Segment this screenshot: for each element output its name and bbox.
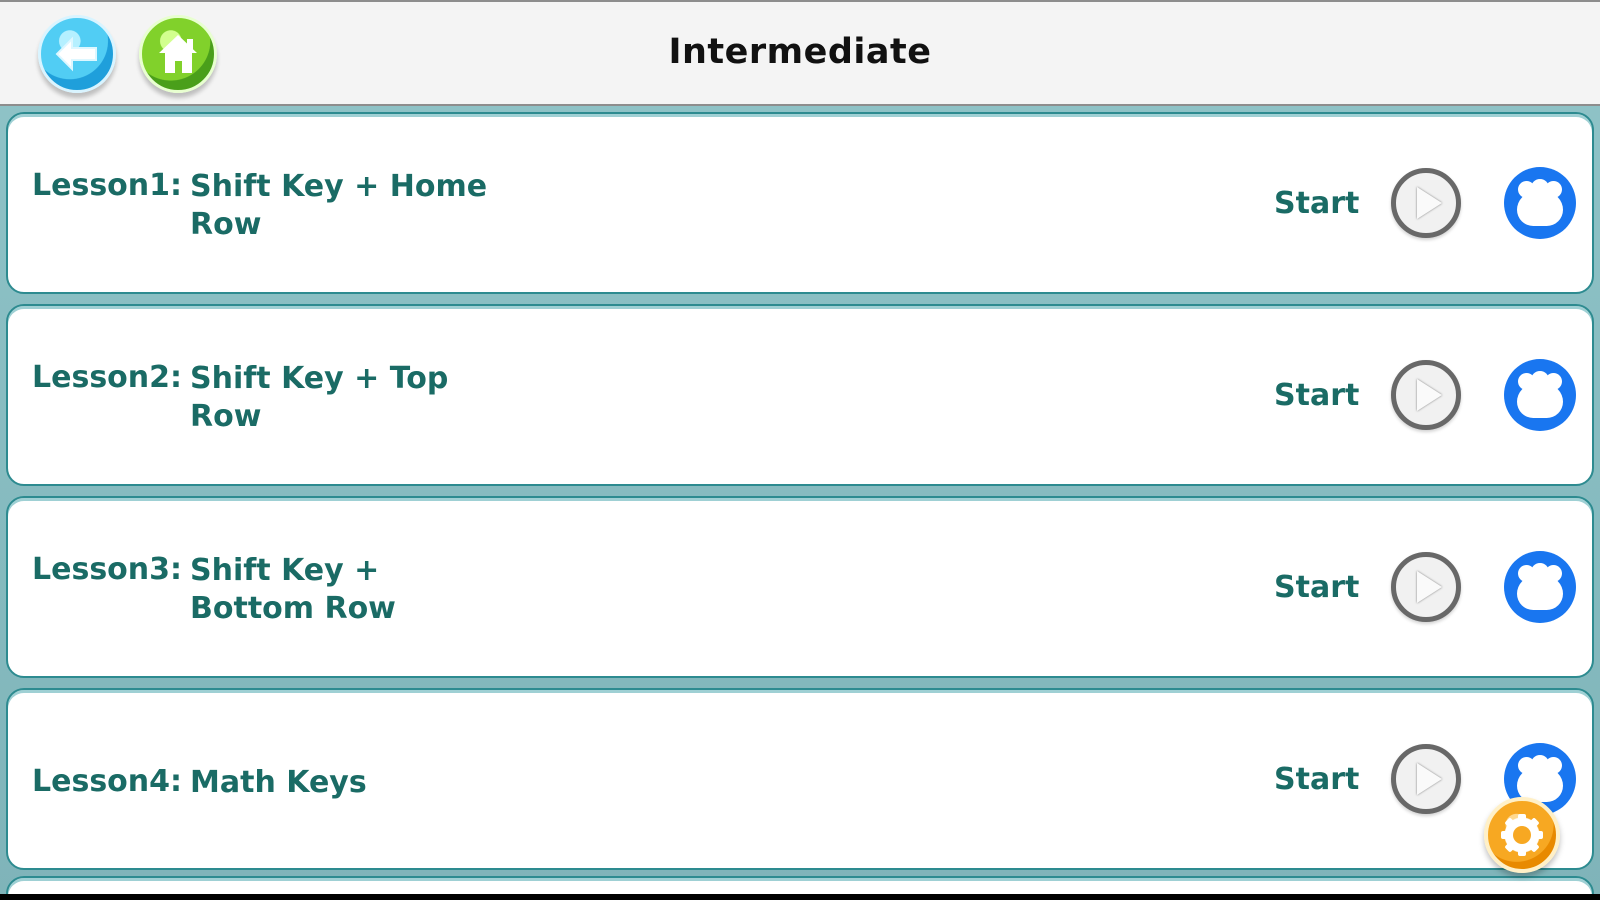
lesson-title: Shift Key + Home Row bbox=[190, 169, 488, 242]
play-icon bbox=[1416, 187, 1442, 219]
lesson-number: Lesson3: bbox=[32, 552, 183, 587]
play-icon bbox=[1416, 571, 1442, 603]
lesson-row[interactable]: Lesson3: Shift Key + Bottom Row Start bbox=[6, 496, 1594, 678]
lesson-title: Shift Key + Bottom Row bbox=[190, 553, 396, 626]
lesson-row[interactable]: Lesson1: Shift Key + Home Row Start bbox=[6, 112, 1594, 294]
lesson-title: Shift Key + Top Row bbox=[190, 361, 449, 434]
lesson-list[interactable]: Lesson1: Shift Key + Home Row Start Less… bbox=[0, 106, 1600, 900]
play-button[interactable] bbox=[1391, 168, 1461, 238]
play-icon bbox=[1416, 763, 1442, 795]
lesson-row[interactable]: Lesson4: Math Keys Start bbox=[6, 688, 1594, 870]
group-button[interactable] bbox=[1504, 359, 1576, 431]
settings-button[interactable] bbox=[1484, 797, 1560, 873]
play-icon bbox=[1416, 379, 1442, 411]
play-button[interactable] bbox=[1391, 744, 1461, 814]
users-icon bbox=[1511, 558, 1569, 616]
page-title: Intermediate bbox=[668, 32, 932, 72]
lesson-title: Math Keys bbox=[190, 765, 367, 800]
group-button[interactable] bbox=[1504, 551, 1576, 623]
lesson-number: Lesson1: bbox=[32, 168, 183, 203]
users-icon bbox=[1511, 174, 1569, 232]
lesson-number: Lesson2: bbox=[32, 360, 183, 395]
lesson-number: Lesson4: bbox=[32, 764, 183, 799]
group-button[interactable] bbox=[1504, 167, 1576, 239]
users-icon bbox=[1511, 366, 1569, 424]
gear-icon bbox=[1500, 813, 1544, 857]
top-bar: Intermediate bbox=[0, 0, 1600, 106]
app-screen: Intermediate Lesson1: Shift Key + Home R… bbox=[0, 0, 1600, 900]
start-label[interactable]: Start bbox=[1274, 762, 1359, 797]
play-button[interactable] bbox=[1391, 552, 1461, 622]
lesson-row[interactable]: Lesson2: Shift Key + Top Row Start bbox=[6, 304, 1594, 486]
play-button[interactable] bbox=[1391, 360, 1461, 430]
start-label[interactable]: Start bbox=[1274, 186, 1359, 221]
start-label[interactable]: Start bbox=[1274, 570, 1359, 605]
start-label[interactable]: Start bbox=[1274, 378, 1359, 413]
bottom-edge-bar bbox=[0, 894, 1600, 900]
